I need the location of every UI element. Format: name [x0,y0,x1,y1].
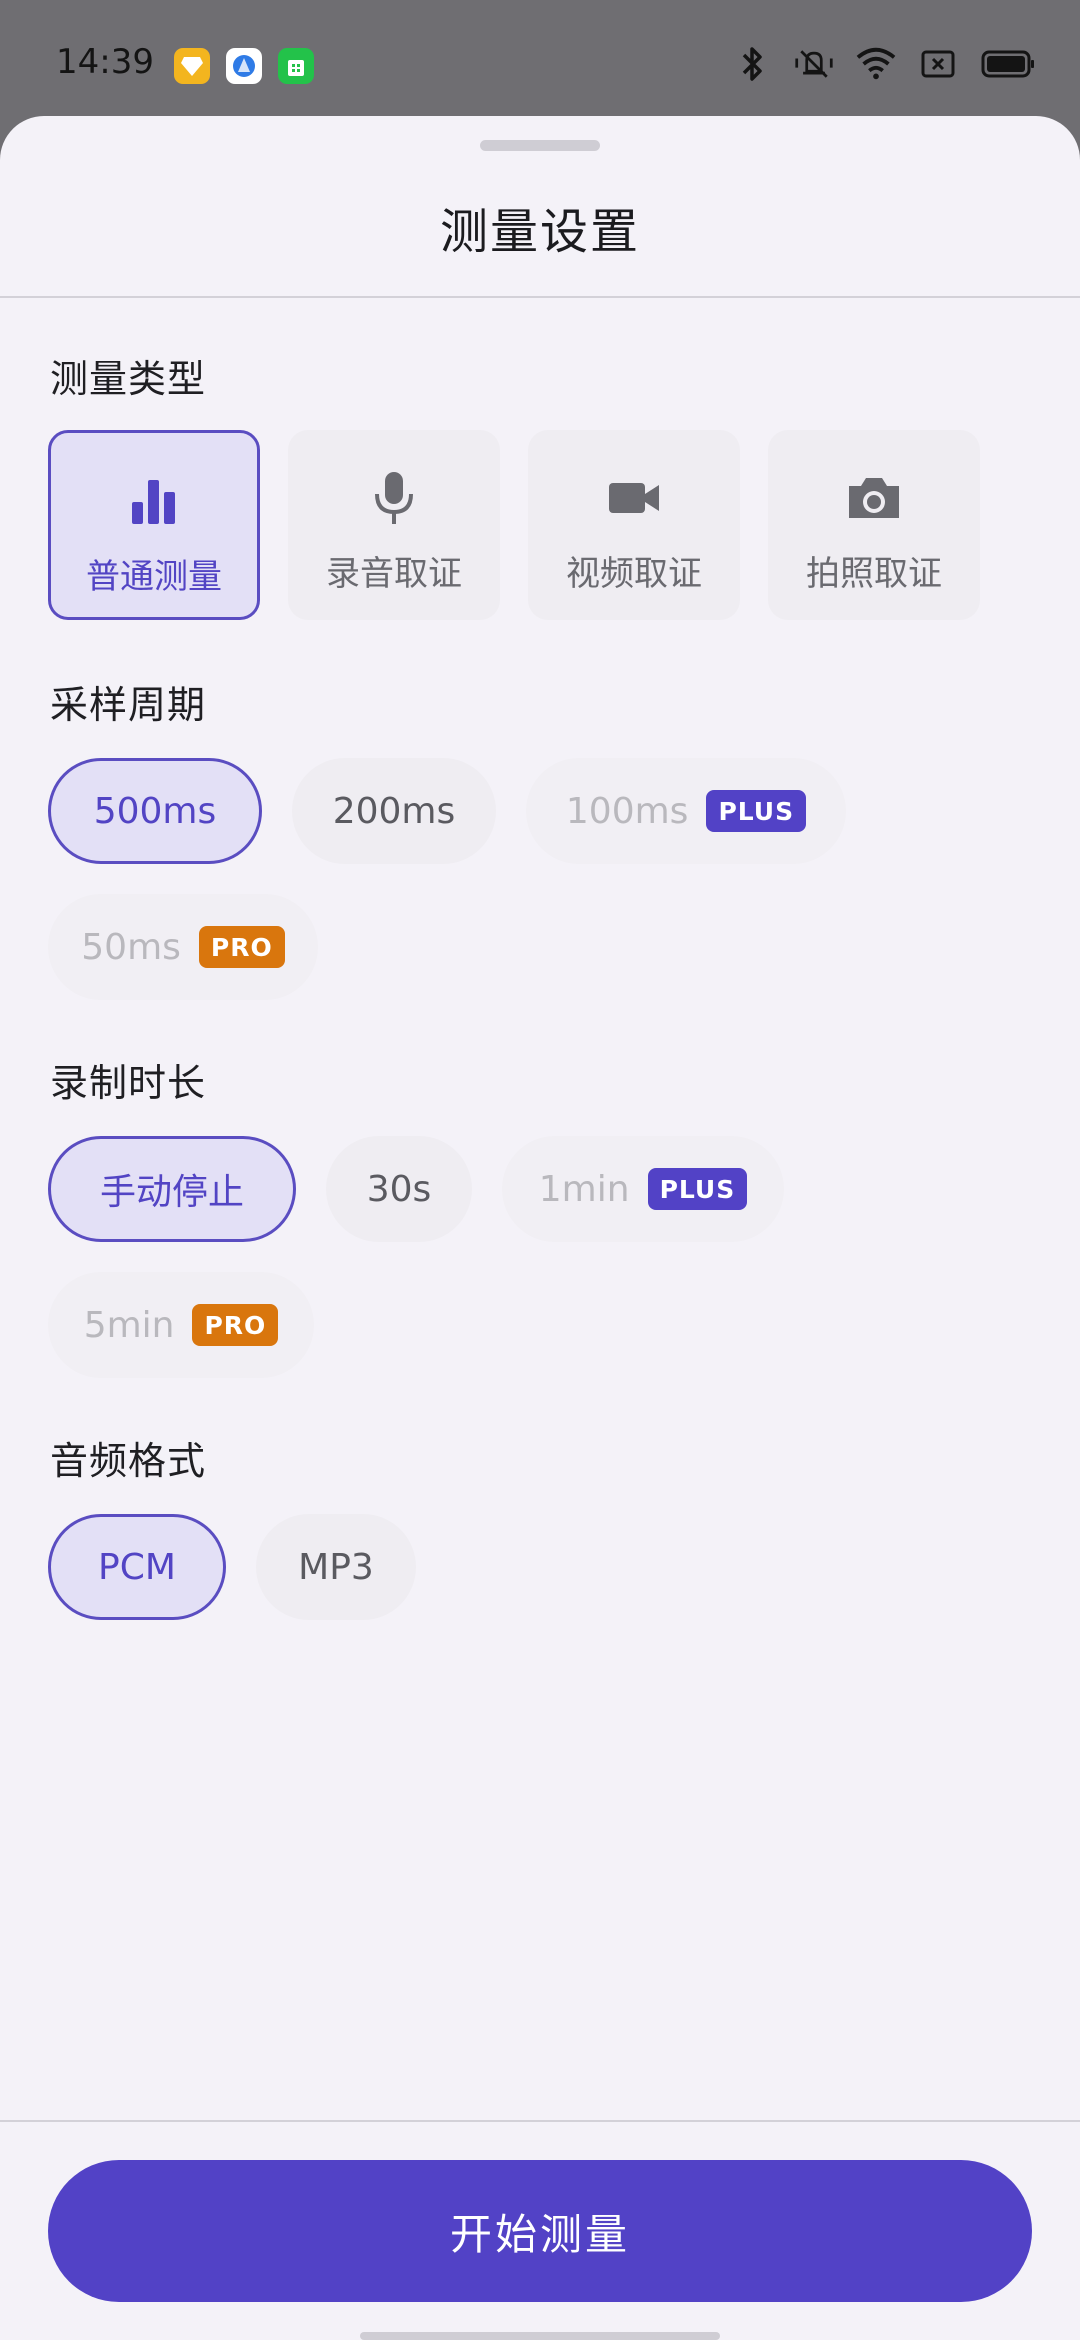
video-camera-icon [607,468,661,528]
sampling-option-200ms[interactable]: 200ms [292,758,496,864]
status-bar: 14:39 [0,0,1080,118]
start-measure-button[interactable]: 开始测量 [48,2160,1032,2302]
drag-handle[interactable] [480,140,600,151]
chip-label: PCM [98,1546,176,1588]
sampling-period-label: 采样周期 [50,683,207,727]
mute-icon [794,44,834,84]
measure-type-label-text: 拍照取证 [806,554,942,594]
sampling-option-500ms[interactable]: 500ms [48,758,262,864]
measure-type-normal[interactable]: 普通测量 [48,430,260,620]
chip-label: 手动停止 [99,1172,244,1213]
pro-badge: PRO [198,926,285,968]
audio-format-label: 音频格式 [50,1439,207,1483]
measure-type-label-text: 录音取证 [326,554,462,594]
status-time: 14:39 [56,42,154,82]
microphone-icon [372,468,416,528]
chip-label: 100ms [565,790,689,832]
store-app-icon [278,48,314,84]
plus-badge: PLUS [706,790,807,832]
title-divider [0,296,1080,298]
diamond-app-icon [174,48,210,84]
duration-option-1min[interactable]: 1min PLUS [502,1136,784,1242]
measure-type-audio[interactable]: 录音取证 [288,430,500,620]
measure-type-label-text: 普通测量 [86,557,222,597]
bar-chart-icon [130,471,178,531]
recording-duration-label: 录制时长 [50,1061,207,1105]
chip-label: 200ms [332,790,456,832]
battery-icon [980,44,1036,84]
chip-label: 500ms [93,790,217,832]
measure-type-label-text: 视频取证 [566,554,702,594]
measure-type-photo[interactable]: 拍照取证 [768,430,980,620]
audio-format-pcm[interactable]: PCM [48,1514,226,1620]
home-indicator [360,2332,720,2340]
pro-badge: PRO [192,1304,279,1346]
sampling-option-50ms[interactable]: 50ms PRO [48,894,318,1000]
browser-app-icon [226,48,262,84]
audio-format-mp3[interactable]: MP3 [256,1514,416,1620]
duration-option-5min[interactable]: 5min PRO [48,1272,314,1378]
plus-badge: PLUS [647,1168,748,1210]
chip-label: 1min [538,1168,630,1210]
chip-label: MP3 [298,1546,374,1588]
sim-icon [918,44,958,84]
sheet-title: 测量设置 [439,204,640,260]
measure-settings-sheet: 测量设置 测量类型 普通测量 录音取证 视频取证 拍照取证 采样周期 500ms… [0,116,1080,2340]
duration-option-30s[interactable]: 30s [326,1136,472,1242]
bluetooth-icon [732,44,772,84]
chip-label: 30s [366,1168,432,1210]
duration-option-manual-stop[interactable]: 手动停止 [48,1136,296,1242]
wifi-icon [856,44,896,84]
chip-label: 50ms [81,926,181,968]
sampling-option-100ms[interactable]: 100ms PLUS [526,758,846,864]
chip-label: 5min [83,1304,175,1346]
camera-icon [845,468,903,528]
bottom-divider [0,2120,1080,2122]
measure-type-label: 测量类型 [50,357,207,401]
measure-type-video[interactable]: 视频取证 [528,430,740,620]
